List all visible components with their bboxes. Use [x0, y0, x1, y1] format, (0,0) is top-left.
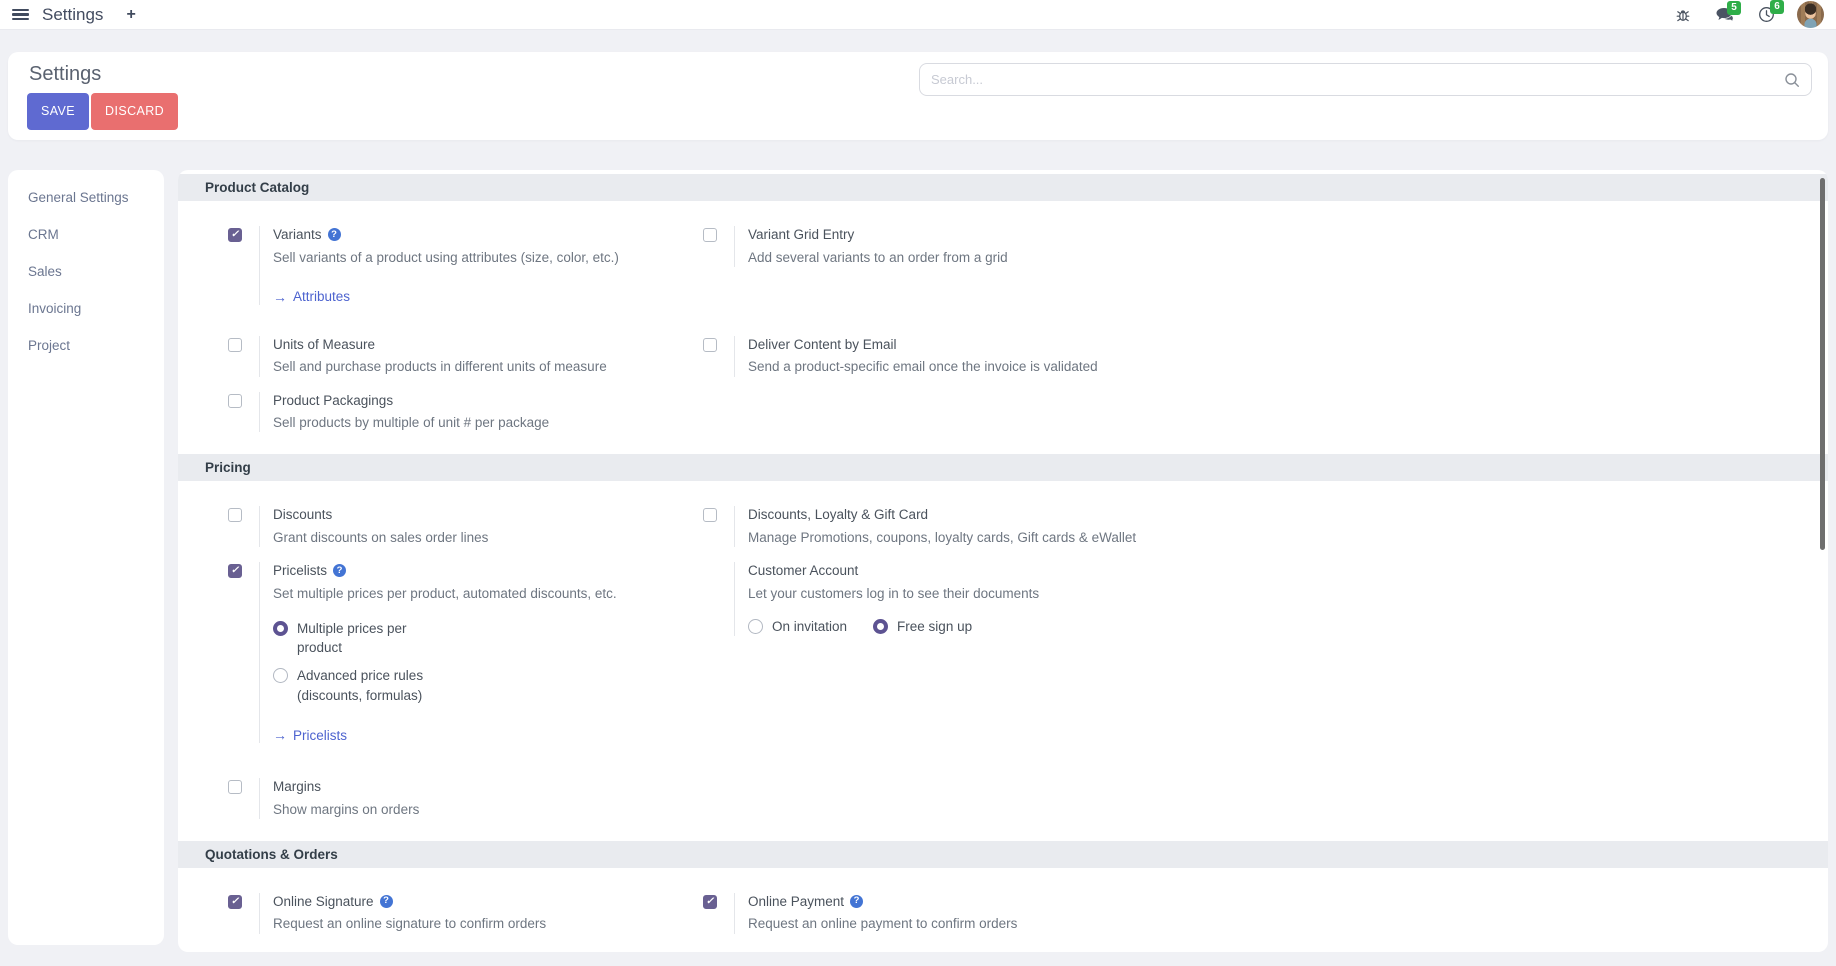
help-icon[interactable]: ?: [850, 895, 863, 908]
online-payment-checkbox[interactable]: ✓: [703, 895, 717, 909]
help-icon[interactable]: ?: [380, 895, 393, 908]
arrow-right-icon: →: [273, 289, 287, 305]
setting-label: Deliver Content by Email: [748, 336, 897, 354]
settings-sidebar: General Settings CRM Sales Invoicing Pro…: [8, 170, 164, 945]
setting-desc: Send a product-specific email once the i…: [748, 358, 1098, 376]
setting-label: Variant Grid Entry: [748, 226, 854, 244]
margins-checkbox[interactable]: ✓: [228, 780, 242, 794]
discounts-checkbox[interactable]: ✓: [228, 508, 242, 522]
setting-desc: Let your customers log in to see their d…: [748, 585, 1039, 603]
setting-label: Online Payment: [748, 893, 844, 911]
sidebar-item-invoicing[interactable]: Invoicing: [8, 290, 164, 327]
setting-online-signature: ✓ Online Signature? Request an online si…: [228, 893, 703, 934]
activities-icon[interactable]: 6: [1758, 6, 1775, 23]
arrow-right-icon: →: [273, 727, 287, 743]
search-icon[interactable]: [1784, 72, 1800, 88]
deliver-email-checkbox[interactable]: ✓: [703, 338, 717, 352]
radio-free-sign-up[interactable]: Free sign up: [873, 617, 972, 637]
search-bar: [919, 63, 1812, 96]
setting-label: Discounts, Loyalty & Gift Card: [748, 506, 928, 524]
section-header: Pricing: [178, 454, 1828, 481]
setting-desc: Set multiple prices per product, automat…: [273, 585, 617, 603]
help-icon[interactable]: ?: [328, 228, 341, 241]
setting-desc: Add several variants to an order from a …: [748, 249, 1008, 267]
section-header: Product Catalog: [178, 174, 1828, 201]
loyalty-checkbox[interactable]: ✓: [703, 508, 717, 522]
radio-icon[interactable]: [873, 619, 888, 634]
setting-desc: Manage Promotions, coupons, loyalty card…: [748, 529, 1136, 547]
setting-desc: Sell products by multiple of unit # per …: [273, 414, 549, 432]
section-pricing: Pricing ✓ Discounts Grant discounts on s…: [178, 454, 1828, 819]
sidebar-item-general-settings[interactable]: General Settings: [8, 179, 164, 216]
radio-icon[interactable]: [273, 621, 288, 636]
radio-icon[interactable]: [273, 668, 288, 683]
setting-discounts: ✓ Discounts Grant discounts on sales ord…: [228, 506, 703, 547]
setting-desc: Request an online signature to confirm o…: [273, 915, 546, 933]
setting-label: Pricelists: [273, 562, 327, 580]
radio-multiple-prices[interactable]: Multiple prices per product: [273, 619, 617, 658]
attributes-link[interactable]: →Attributes: [273, 289, 619, 305]
page-title: Settings: [29, 63, 101, 86]
check-icon: ✓: [231, 230, 239, 240]
search-input[interactable]: [931, 72, 1784, 87]
user-avatar[interactable]: [1797, 1, 1824, 28]
setting-units-of-measure: ✓ Units of Measure Sell and purchase pro…: [228, 336, 703, 377]
setting-pricelists: ✓ Pricelists? Set multiple prices per pr…: [228, 562, 703, 743]
setting-online-payment: ✓ Online Payment? Request an online paym…: [703, 893, 1798, 934]
online-signature-checkbox[interactable]: ✓: [228, 895, 242, 909]
packagings-checkbox[interactable]: ✓: [228, 394, 242, 408]
section-quotations-orders: Quotations & Orders ✓ Online Signature? …: [178, 841, 1828, 934]
setting-variants: ✓ Variants? Sell variants of a product u…: [228, 226, 703, 305]
section-header: Quotations & Orders: [178, 841, 1828, 868]
setting-label: Discounts: [273, 506, 332, 524]
sidebar-item-crm[interactable]: CRM: [8, 216, 164, 253]
setting-variant-grid-entry: ✓ Variant Grid Entry Add several variant…: [703, 226, 1798, 305]
top-navbar: Settings + 5 6: [0, 0, 1836, 30]
setting-product-packagings: ✓ Product Packagings Sell products by mu…: [228, 392, 703, 433]
variant-grid-checkbox[interactable]: ✓: [703, 228, 717, 242]
settings-content: Product Catalog ✓ Variants? Sell variant…: [178, 170, 1828, 952]
help-icon[interactable]: ?: [333, 564, 346, 577]
uom-checkbox[interactable]: ✓: [228, 338, 242, 352]
pricelists-checkbox[interactable]: ✓: [228, 564, 242, 578]
discard-button[interactable]: DISCARD: [91, 93, 178, 130]
setting-label: Margins: [273, 778, 321, 796]
messages-icon[interactable]: 5: [1715, 7, 1734, 23]
scrollbar-thumb[interactable]: [1820, 178, 1825, 550]
setting-deliver-content-by-email: ✓ Deliver Content by Email Send a produc…: [703, 336, 1798, 377]
setting-label: Variants: [273, 226, 322, 244]
radio-icon[interactable]: [748, 619, 763, 634]
sidebar-item-project[interactable]: Project: [8, 327, 164, 364]
variants-checkbox[interactable]: ✓: [228, 228, 242, 242]
activities-badge: 6: [1770, 0, 1784, 14]
pricelists-link[interactable]: →Pricelists: [273, 727, 617, 743]
section-product-catalog: Product Catalog ✓ Variants? Sell variant…: [178, 174, 1828, 432]
sidebar-item-sales[interactable]: Sales: [8, 253, 164, 290]
setting-label: Units of Measure: [273, 336, 375, 354]
control-panel: Settings SAVE DISCARD: [8, 52, 1828, 140]
setting-desc: Sell variants of a product using attribu…: [273, 249, 619, 267]
plus-icon[interactable]: +: [126, 7, 135, 23]
setting-desc: Request an online payment to confirm ord…: [748, 915, 1017, 933]
setting-label: Product Packagings: [273, 392, 393, 410]
setting-desc: Grant discounts on sales order lines: [273, 529, 488, 547]
menu-icon[interactable]: [12, 9, 29, 21]
setting-margins: ✓ Margins Show margins on orders: [228, 778, 703, 819]
setting-desc: Show margins on orders: [273, 801, 419, 819]
save-button[interactable]: SAVE: [27, 93, 89, 130]
setting-customer-account: Customer Account Let your customers log …: [703, 562, 1798, 743]
setting-label: Customer Account: [748, 562, 858, 580]
app-title[interactable]: Settings: [42, 5, 103, 25]
bug-icon[interactable]: [1675, 7, 1691, 23]
setting-label: Online Signature: [273, 893, 374, 911]
radio-on-invitation[interactable]: On invitation: [748, 617, 847, 637]
setting-desc: Sell and purchase products in different …: [273, 358, 607, 376]
messages-badge: 5: [1727, 1, 1741, 15]
setting-discounts-loyalty-gift-card: ✓ Discounts, Loyalty & Gift Card Manage …: [703, 506, 1798, 547]
radio-advanced-price-rules[interactable]: Advanced price rules (discounts, formula…: [273, 666, 617, 705]
